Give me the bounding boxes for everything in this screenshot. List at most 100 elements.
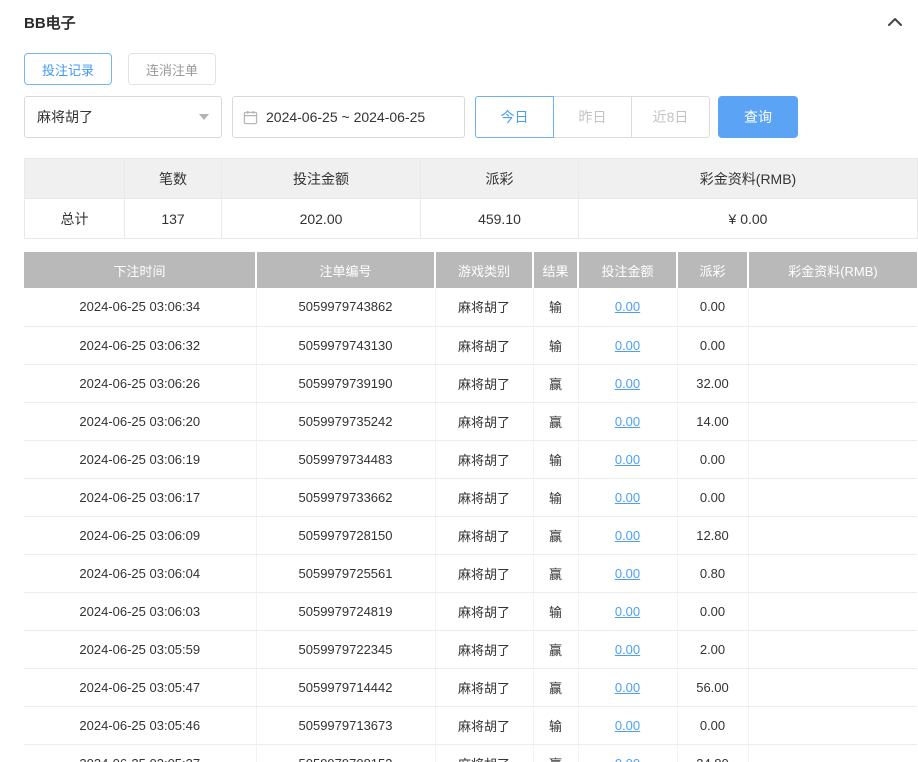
payout-cell: 32.00 — [676, 364, 748, 403]
table-row: 2024-06-25 03:06:34 5059979743862 麻将胡了输 0.0… — [24, 288, 917, 327]
bet-time-cell: 2024-06-25 03:06:26 — [24, 364, 256, 403]
today-button[interactable]: 今日 — [475, 96, 554, 138]
jackpot-cell — [747, 592, 917, 631]
order-number-cell: 5059979739190 — [255, 364, 435, 403]
game-type-cell: 麻将胡了 — [434, 478, 533, 517]
game-type-cell: 麻将胡了 — [434, 554, 533, 593]
bet-amount-link[interactable]: 0.00 — [615, 642, 640, 657]
jackpot-cell — [747, 744, 917, 762]
records-header-payout: 派彩 — [676, 252, 748, 288]
bet-amount-link[interactable]: 0.00 — [615, 452, 640, 467]
date-range-input[interactable]: 2024-06-25 ~ 2024-06-25 — [232, 96, 465, 138]
records-header-bet-time: 下注时间 — [24, 252, 256, 288]
payout-cell: 0.00 — [676, 326, 748, 365]
tab-cancelled-orders[interactable]: 连消注单 — [128, 53, 217, 85]
bet-time-cell: 2024-06-25 03:06:34 — [24, 288, 256, 327]
payout-cell: 0.80 — [676, 554, 748, 593]
jackpot-cell — [747, 288, 917, 327]
summary-count-value: 137 — [124, 198, 222, 239]
bet-amount-link[interactable]: 0.00 — [615, 680, 640, 695]
bet-amount-link[interactable]: 0.00 — [615, 718, 640, 733]
records-header-jackpot: 彩金资料(RMB) — [747, 252, 917, 288]
game-type-cell: 麻将胡了 — [434, 516, 533, 555]
table-row: 2024-06-25 03:06:32 5059979743130 麻将胡了输 0.0… — [24, 326, 917, 365]
summary-header-jackpot: 彩金资料(RMB) — [578, 158, 918, 199]
bet-amount-cell: 0.00 — [577, 516, 677, 555]
bet-amount-cell: 0.00 — [577, 592, 677, 631]
bet-time-cell: 2024-06-25 03:06:03 — [24, 592, 256, 631]
summary-header-row: 笔数 投注金额 派彩 彩金资料(RMB) — [24, 158, 918, 199]
payout-cell: 34.80 — [676, 744, 748, 762]
summary-header-empty — [24, 158, 125, 199]
order-number-cell: 5059979743862 — [255, 288, 435, 327]
summary-bet-amount-value: 202.00 — [221, 198, 421, 239]
betting-records-panel: BB电子 投注记录 连消注单 麻将胡了 2024-06-25 ~ 2024-06… — [0, 0, 918, 762]
bet-time-cell: 2024-06-25 03:06:20 — [24, 402, 256, 441]
game-type-cell: 麻将胡了 — [434, 402, 533, 441]
payout-cell: 14.00 — [676, 402, 748, 441]
tab-betting-records[interactable]: 投注记录 — [24, 53, 113, 85]
jackpot-cell — [747, 440, 917, 479]
bet-amount-link[interactable]: 0.00 — [615, 566, 640, 581]
jackpot-cell — [747, 706, 917, 745]
bet-amount-cell: 0.00 — [577, 478, 677, 517]
bet-amount-cell: 0.00 — [577, 744, 677, 762]
game-type-cell: 麻将胡了 — [434, 592, 533, 631]
payout-cell: 0.00 — [676, 440, 748, 479]
result-cell: 输 — [532, 478, 578, 517]
result-cell: 输 — [532, 288, 578, 327]
bet-amount-link[interactable]: 0.00 — [615, 604, 640, 619]
search-button[interactable]: 查询 — [718, 96, 798, 138]
game-select-value: 麻将胡了 — [37, 109, 93, 125]
records-header-row: 下注时间 注单编号 游戏类别 结果 投注金额 派彩 彩金资料(RMB) — [24, 252, 917, 288]
summary-header-payout: 派彩 — [420, 158, 579, 199]
collapse-panel-button[interactable] — [887, 16, 903, 28]
bet-amount-cell: 0.00 — [577, 668, 677, 707]
quick-date-buttons: 今日 昨日 近8日 — [475, 96, 710, 138]
page-title: BB电子 — [24, 14, 76, 32]
game-select[interactable]: 麻将胡了 — [24, 96, 222, 138]
payout-cell: 2.00 — [676, 630, 748, 669]
bet-amount-link[interactable]: 0.00 — [615, 490, 640, 505]
game-type-cell: 麻将胡了 — [434, 288, 533, 327]
bet-amount-cell: 0.00 — [577, 706, 677, 745]
bet-amount-link[interactable]: 0.00 — [615, 376, 640, 391]
bet-time-cell: 2024-06-25 03:06:19 — [24, 440, 256, 479]
game-type-cell: 麻将胡了 — [434, 744, 533, 762]
summary-payout-value: 459.10 — [420, 198, 579, 239]
result-cell: 赢 — [532, 402, 578, 441]
jackpot-cell — [747, 630, 917, 669]
bet-amount-link[interactable]: 0.00 — [615, 528, 640, 543]
bet-amount-cell: 0.00 — [577, 326, 677, 365]
last-8-days-button[interactable]: 近8日 — [631, 96, 710, 138]
bet-amount-link[interactable]: 0.00 — [615, 756, 640, 762]
chevron-down-icon — [199, 114, 209, 120]
calendar-icon — [243, 110, 258, 124]
payout-cell: 0.00 — [676, 288, 748, 327]
table-row: 2024-06-25 03:05:59 5059979722345 麻将胡了赢 0.0… — [24, 630, 917, 669]
result-cell: 赢 — [532, 744, 578, 762]
records-header-result: 结果 — [532, 252, 578, 288]
date-range-value: 2024-06-25 ~ 2024-06-25 — [266, 109, 426, 125]
panel-header: BB电子 — [24, 12, 917, 32]
bet-time-cell: 2024-06-25 03:06:09 — [24, 516, 256, 555]
result-cell: 赢 — [532, 668, 578, 707]
bet-amount-cell: 0.00 — [577, 364, 677, 403]
bet-amount-link[interactable]: 0.00 — [615, 299, 640, 314]
table-row: 2024-06-25 03:05:375059979708153麻将胡了赢 0.0… — [24, 744, 917, 762]
table-row: 2024-06-25 03:06:04 5059979725561 麻将胡了赢 0.0… — [24, 554, 917, 593]
yesterday-button[interactable]: 昨日 — [553, 96, 632, 138]
jackpot-cell — [747, 326, 917, 365]
payout-cell: 0.00 — [676, 706, 748, 745]
bet-amount-link[interactable]: 0.00 — [615, 414, 640, 429]
game-type-cell: 麻将胡了 — [434, 326, 533, 365]
table-row: 2024-06-25 03:06:20 5059979735242 麻将胡了赢 0.0… — [24, 402, 917, 441]
order-number-cell: 5059979714442 — [255, 668, 435, 707]
jackpot-cell — [747, 668, 917, 707]
table-row: 2024-06-25 03:06:03 5059979724819 麻将胡了输 0.0… — [24, 592, 917, 631]
order-number-cell: 5059979725561 — [255, 554, 435, 593]
bet-amount-link[interactable]: 0.00 — [615, 338, 640, 353]
payout-cell: 0.00 — [676, 592, 748, 631]
filter-bar: 麻将胡了 2024-06-25 ~ 2024-06-25 今日 昨日 近8日 查… — [24, 96, 917, 138]
bet-time-cell: 2024-06-25 03:05:59 — [24, 630, 256, 669]
